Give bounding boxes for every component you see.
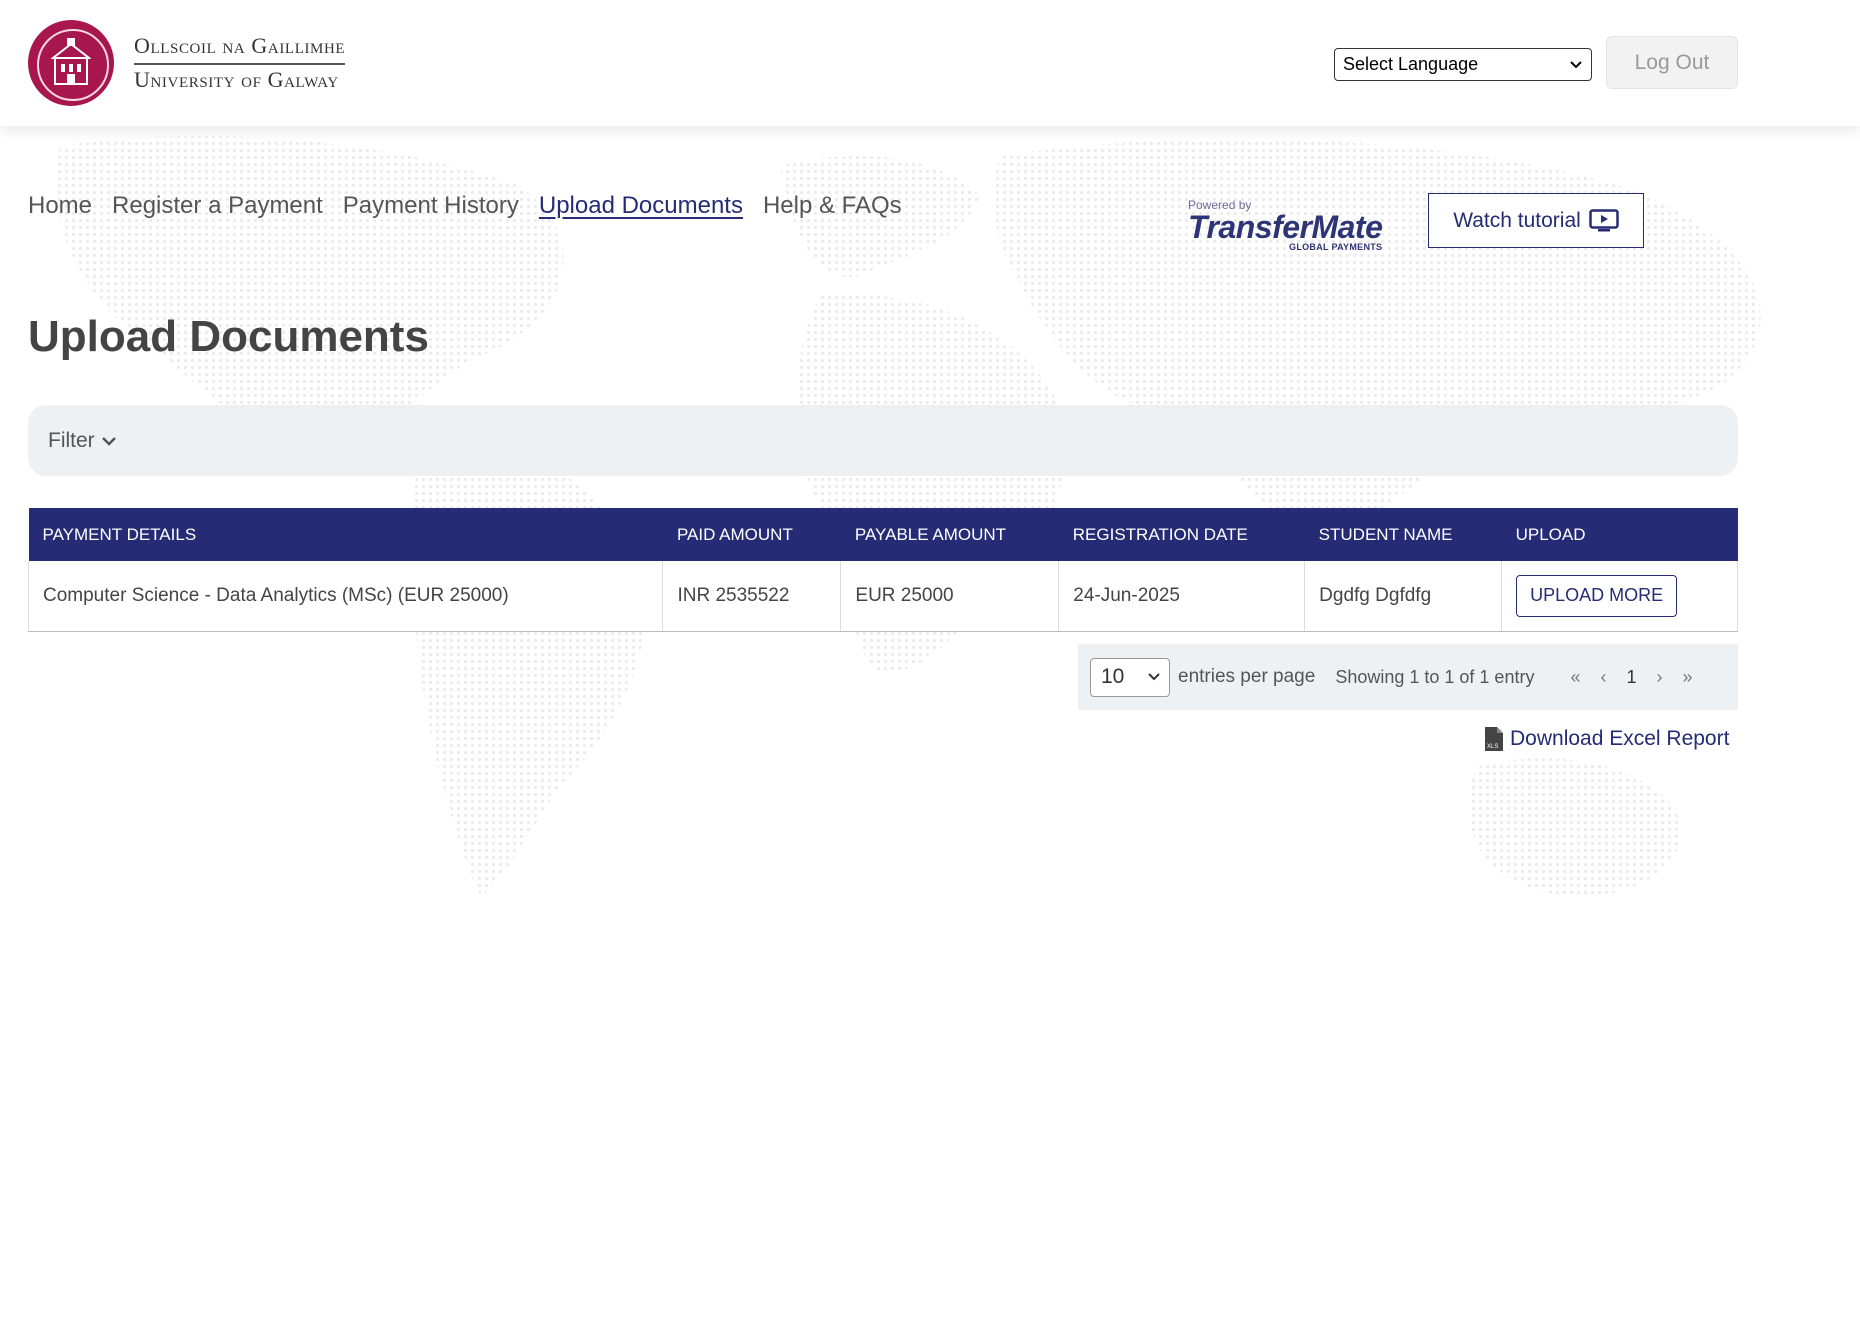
- cell-payable-amount: EUR 25000: [840, 561, 1060, 632]
- documents-table: PAYMENT DETAILS PAID AMOUNT PAYABLE AMOU…: [27, 508, 1738, 632]
- xls-file-icon: XLS: [1485, 727, 1503, 751]
- table-header-row: PAYMENT DETAILS PAID AMOUNT PAYABLE AMOU…: [28, 508, 1738, 561]
- download-excel-report-link[interactable]: XLS Download Excel Report: [1484, 726, 1729, 752]
- logout-button[interactable]: Log Out: [1606, 36, 1738, 89]
- university-logo[interactable]: Ollscoil na Gaillimhe University of Galw…: [28, 18, 373, 108]
- language-select[interactable]: Select Language: [1334, 48, 1592, 81]
- language-select-value: Select Language: [1343, 54, 1479, 74]
- table-row: Computer Science - Data Analytics (MSc) …: [27, 561, 1738, 632]
- university-seal-icon: [28, 20, 114, 106]
- nav-register-payment[interactable]: Register a Payment: [112, 192, 323, 220]
- nav-upload-documents[interactable]: Upload Documents: [539, 192, 743, 220]
- logo-text-irish: Ollscoil na Gaillimhe: [134, 33, 346, 65]
- nav-help-faqs[interactable]: Help & FAQs: [763, 192, 902, 220]
- nav-home[interactable]: Home: [28, 192, 92, 220]
- cell-paid-amount: INR 2535522: [662, 561, 842, 632]
- column-header-paid-amount[interactable]: PAID AMOUNT: [662, 508, 841, 561]
- watch-tutorial-label: Watch tutorial: [1453, 208, 1581, 232]
- nav-payment-history[interactable]: Payment History: [343, 192, 519, 220]
- video-play-icon: [1589, 208, 1619, 231]
- showing-entries-text: Showing 1 to 1 of 1 entry: [1335, 666, 1535, 687]
- cell-student-name: Dgdfg Dgfdfg: [1304, 561, 1503, 632]
- page-title: Upload Documents: [28, 312, 429, 361]
- column-header-payment-details[interactable]: PAYMENT DETAILS: [28, 508, 663, 561]
- transfermate-name: TransferMate: [1188, 209, 1383, 245]
- download-excel-report-label: Download Excel Report: [1510, 727, 1730, 750]
- next-page-button[interactable]: ›: [1656, 667, 1662, 688]
- upload-more-button[interactable]: UPLOAD MORE: [1516, 574, 1678, 617]
- chevron-down-icon: [1148, 673, 1160, 681]
- entries-per-page-label: entries per page: [1178, 666, 1316, 687]
- svg-text:XLS: XLS: [1487, 744, 1498, 750]
- chevron-down-icon: [101, 436, 116, 446]
- transfermate-logo: Powered by TransferMate GLOBAL PAYMENTS: [1188, 198, 1383, 252]
- last-page-button[interactable]: »: [1682, 667, 1692, 688]
- entries-per-page-select[interactable]: 10: [1090, 657, 1170, 697]
- main-nav: Home Register a Payment Payment History …: [28, 192, 902, 220]
- site-header: Ollscoil na Gaillimhe University of Galw…: [0, 0, 1860, 126]
- previous-page-button[interactable]: ‹: [1600, 667, 1606, 688]
- column-header-payable-amount[interactable]: PAYABLE AMOUNT: [840, 508, 1059, 561]
- logo-text-english: University of Galway: [134, 67, 339, 92]
- column-header-upload: UPLOAD: [1501, 508, 1738, 561]
- current-page-button[interactable]: 1: [1626, 667, 1636, 688]
- column-header-student-name[interactable]: STUDENT NAME: [1304, 508, 1502, 561]
- cell-upload: UPLOAD MORE: [1501, 561, 1738, 632]
- chevron-down-icon: [1570, 60, 1582, 68]
- cell-payment-details: Computer Science - Data Analytics (MSc) …: [27, 561, 664, 632]
- filter-toggle[interactable]: Filter: [28, 405, 1738, 476]
- entries-per-page-value: 10: [1101, 665, 1125, 688]
- column-header-registration-date[interactable]: REGISTRATION DATE: [1058, 508, 1305, 561]
- page-links: « ‹ 1 › »: [1570, 667, 1692, 688]
- filter-label: Filter: [48, 428, 95, 452]
- watch-tutorial-button[interactable]: Watch tutorial: [1428, 193, 1644, 248]
- cell-registration-date: 24-Jun-2025: [1058, 561, 1306, 632]
- first-page-button[interactable]: «: [1570, 667, 1580, 688]
- pagination-bar: 10 entries per page Showing 1 to 1 of 1 …: [1078, 644, 1738, 710]
